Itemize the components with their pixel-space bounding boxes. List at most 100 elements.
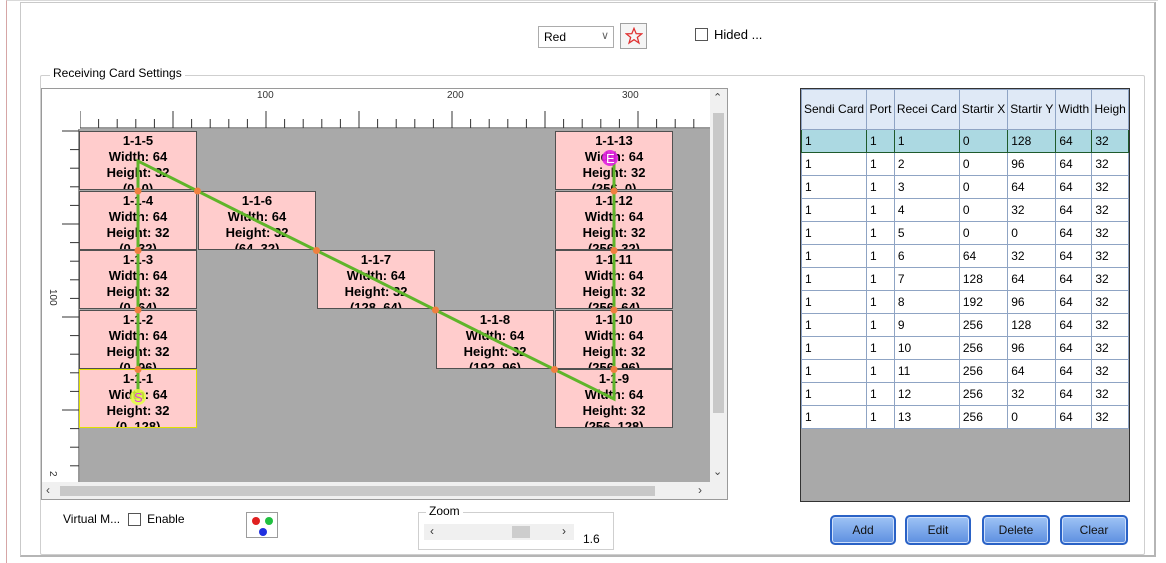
table-cell[interactable]: 32 bbox=[1091, 290, 1129, 314]
table-cell[interactable]: 0 bbox=[1007, 221, 1057, 245]
scroll-left-icon[interactable]: ‹ bbox=[46, 483, 50, 497]
table-cell[interactable]: 32 bbox=[1091, 198, 1129, 222]
table-cell[interactable]: 1 bbox=[866, 175, 895, 199]
table-cell[interactable]: 256 bbox=[958, 313, 1009, 337]
table-cell[interactable]: 1 bbox=[801, 221, 868, 245]
edit-button[interactable]: Edit bbox=[905, 515, 971, 545]
table-cell[interactable]: 32 bbox=[1091, 175, 1129, 199]
column-header[interactable]: Width bbox=[1055, 89, 1093, 130]
horizontal-scrollbar[interactable]: ‹ › bbox=[42, 482, 711, 499]
vertical-scrollbar[interactable]: ⌃ ⌄ bbox=[710, 89, 727, 483]
table-cell[interactable]: 13 bbox=[893, 405, 960, 429]
table-row[interactable]: 1 1 6 64 32 64 32 bbox=[801, 244, 1129, 268]
table-cell[interactable]: 4 bbox=[893, 198, 960, 222]
table-cell[interactable]: 1 bbox=[866, 336, 895, 360]
table-row[interactable]: 1 1 13 256 0 64 32 bbox=[801, 405, 1129, 429]
table-cell[interactable]: 256 bbox=[958, 336, 1009, 360]
table-cell[interactable]: 8 bbox=[893, 290, 960, 314]
table-row[interactable]: 1 1 2 0 96 64 32 bbox=[801, 152, 1129, 176]
table-cell[interactable]: 0 bbox=[958, 175, 1009, 199]
table-cell[interactable]: 128 bbox=[1007, 313, 1057, 337]
add-button[interactable]: Add bbox=[830, 515, 896, 545]
table-cell[interactable]: 1 bbox=[866, 290, 895, 314]
table-cell[interactable]: 1 bbox=[866, 221, 895, 245]
table-cell[interactable]: 1 bbox=[866, 129, 895, 153]
table-cell[interactable]: 64 bbox=[1055, 359, 1093, 383]
table-cell[interactable]: 64 bbox=[1055, 290, 1093, 314]
table-cell[interactable]: 6 bbox=[893, 244, 960, 268]
table-cell[interactable]: 0 bbox=[958, 221, 1009, 245]
table-row[interactable]: 1 1 1 0 128 64 32 bbox=[801, 129, 1129, 153]
table-cell[interactable]: 1 bbox=[866, 313, 895, 337]
table-cell[interactable]: 64 bbox=[1055, 405, 1093, 429]
vertical-scroll-thumb[interactable] bbox=[713, 113, 724, 413]
table-cell[interactable]: 1 bbox=[801, 244, 868, 268]
table-cell[interactable]: 64 bbox=[1055, 221, 1093, 245]
zoom-out-icon[interactable]: ‹ bbox=[430, 524, 434, 538]
table-cell[interactable]: 1 bbox=[801, 405, 868, 429]
table-cell[interactable]: 32 bbox=[1007, 198, 1057, 222]
table-cell[interactable]: 96 bbox=[1007, 290, 1057, 314]
table-cell[interactable]: 64 bbox=[1055, 198, 1093, 222]
zoom-in-icon[interactable]: › bbox=[562, 524, 566, 538]
table-cell[interactable]: 32 bbox=[1091, 382, 1129, 406]
scroll-up-icon[interactable]: ⌃ bbox=[713, 91, 722, 104]
table-cell[interactable]: 64 bbox=[1055, 313, 1093, 337]
table-cell[interactable]: 5 bbox=[893, 221, 960, 245]
table-cell[interactable]: 1 bbox=[801, 152, 868, 176]
zoom-slider[interactable]: ‹ › bbox=[424, 524, 574, 540]
table-cell[interactable]: 32 bbox=[1091, 405, 1129, 429]
table-cell[interactable]: 1 bbox=[866, 152, 895, 176]
scroll-down-icon[interactable]: ⌄ bbox=[713, 465, 722, 478]
table-cell[interactable]: 1 bbox=[801, 198, 868, 222]
table-cell[interactable]: 128 bbox=[1007, 129, 1057, 153]
table-row[interactable]: 1 1 11 256 64 64 32 bbox=[801, 359, 1129, 383]
delete-button[interactable]: Delete bbox=[982, 515, 1050, 545]
layout-canvas[interactable]: 100 200 300 100 2 1-1-5 Width: 64 Height: … bbox=[42, 89, 711, 483]
table-cell[interactable]: 3 bbox=[893, 175, 960, 199]
table-cell[interactable]: 64 bbox=[1007, 267, 1057, 291]
color-select[interactable]: Red ∨ bbox=[538, 26, 614, 48]
table-cell[interactable]: 96 bbox=[1007, 152, 1057, 176]
table-cell[interactable]: 64 bbox=[1055, 267, 1093, 291]
table-cell[interactable]: 64 bbox=[1055, 152, 1093, 176]
table-row[interactable]: 1 1 9 256 128 64 32 bbox=[801, 313, 1129, 337]
table-cell[interactable]: 1 bbox=[801, 290, 868, 314]
table-row[interactable]: 1 1 8 192 96 64 32 bbox=[801, 290, 1129, 314]
table-cell[interactable]: 0 bbox=[1007, 405, 1057, 429]
table-cell[interactable]: 1 bbox=[866, 198, 895, 222]
table-cell[interactable]: 32 bbox=[1091, 336, 1129, 360]
table-cell[interactable]: 9 bbox=[893, 313, 960, 337]
table-cell[interactable]: 1 bbox=[893, 129, 960, 153]
table-cell[interactable]: 32 bbox=[1007, 244, 1057, 268]
table-cell[interactable]: 2 bbox=[893, 152, 960, 176]
clear-button[interactable]: Clear bbox=[1060, 515, 1128, 545]
table-cell[interactable]: 1 bbox=[801, 359, 868, 383]
table-row[interactable]: 1 1 3 0 64 64 32 bbox=[801, 175, 1129, 199]
horizontal-scroll-thumb[interactable] bbox=[60, 486, 655, 496]
column-header[interactable]: Port bbox=[866, 89, 895, 130]
table-cell[interactable]: 1 bbox=[866, 244, 895, 268]
table-cell[interactable]: 1 bbox=[866, 405, 895, 429]
table-cell[interactable]: 0 bbox=[958, 129, 1009, 153]
table-cell[interactable]: 64 bbox=[1055, 382, 1093, 406]
table-cell[interactable]: 64 bbox=[1055, 175, 1093, 199]
table-cell[interactable]: 1 bbox=[866, 267, 895, 291]
enable-checkbox[interactable] bbox=[128, 512, 142, 526]
table-cell[interactable]: 1 bbox=[801, 129, 868, 153]
table-row[interactable]: 1 1 10 256 96 64 32 bbox=[801, 336, 1129, 360]
table-cell[interactable]: 128 bbox=[958, 267, 1009, 291]
scroll-right-icon[interactable]: › bbox=[698, 483, 702, 497]
table-cell[interactable]: 7 bbox=[893, 267, 960, 291]
table-cell[interactable]: 256 bbox=[958, 359, 1009, 383]
table-cell[interactable]: 64 bbox=[1007, 175, 1057, 199]
table-cell[interactable]: 32 bbox=[1091, 313, 1129, 337]
zoom-slider-thumb[interactable] bbox=[512, 526, 530, 538]
column-header[interactable]: Sendi Card bbox=[801, 89, 868, 130]
table-cell[interactable]: 0 bbox=[958, 198, 1009, 222]
table-row[interactable]: 1 1 7 128 64 64 32 bbox=[801, 267, 1129, 291]
table-cell[interactable]: 256 bbox=[958, 405, 1009, 429]
table-cell[interactable]: 1 bbox=[801, 175, 868, 199]
table-cell[interactable]: 1 bbox=[801, 267, 868, 291]
table-cell[interactable]: 1 bbox=[801, 313, 868, 337]
